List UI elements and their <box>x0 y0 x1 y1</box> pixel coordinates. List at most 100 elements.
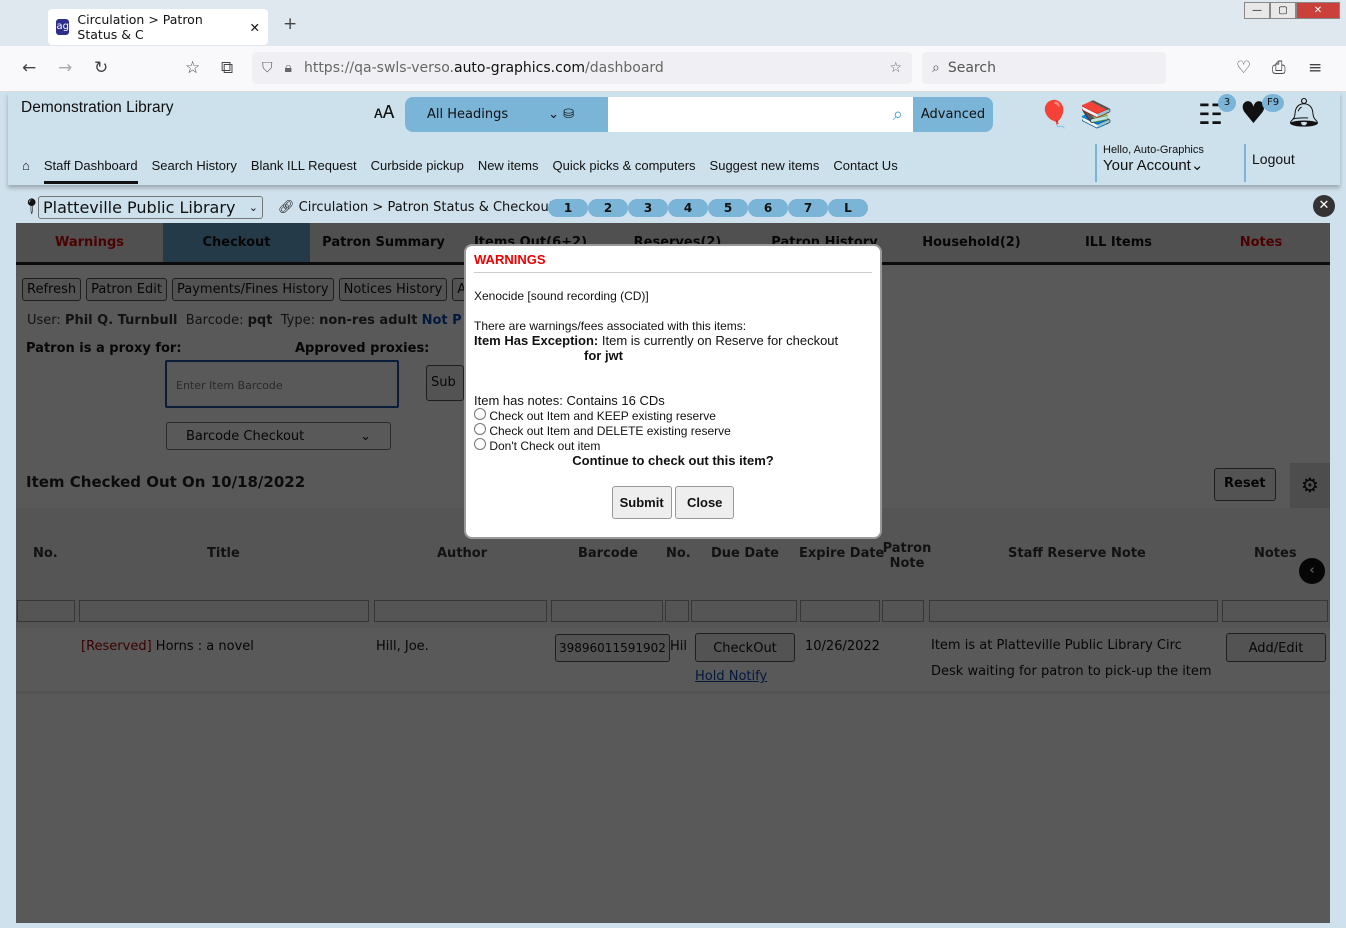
star-icon[interactable]: ☆ <box>889 60 902 76</box>
back-icon[interactable]: ← <box>22 58 36 78</box>
tab-household[interactable]: Household(2) <box>898 223 1045 262</box>
logout-link[interactable]: Logout <box>1244 144 1295 182</box>
maximize-button[interactable]: ▢ <box>1270 2 1296 19</box>
filter-staff-note[interactable] <box>929 600 1218 622</box>
tab-ill-items[interactable]: ILL Items <box>1045 223 1192 262</box>
hold-notify-link[interactable]: Hold Notify <box>695 669 767 684</box>
patron-edit-button[interactable]: Patron Edit <box>86 278 167 301</box>
url-bar[interactable]: ⛉ 🔒︎ https://qa-swls-verso.auto-graphics.c… <box>252 52 912 84</box>
print-icon[interactable]: ⎙ <box>1272 58 1286 78</box>
filter-due[interactable] <box>691 600 797 622</box>
col-notes[interactable]: Notes <box>1254 546 1297 561</box>
bell-icon[interactable]: 🔔︎ <box>1286 96 1322 129</box>
patron-status-link[interactable]: Not P <box>422 313 462 328</box>
nav-suggest[interactable]: Suggest new items <box>710 158 820 184</box>
slot-7[interactable]: 7 <box>788 199 828 217</box>
advanced-search-button[interactable]: Advanced <box>913 97 993 132</box>
filter-expire[interactable] <box>800 600 880 622</box>
link-icon: 🔗︎ <box>278 200 295 215</box>
list-count-badge: 3 <box>1218 94 1236 112</box>
library-name: Demonstration Library <box>21 99 174 116</box>
item-barcode-button[interactable]: 39896011591902 <box>555 634 670 662</box>
library-select[interactable]: Platteville Public Library ⌄ <box>38 196 263 219</box>
add-edit-notes-button[interactable]: Add/Edit <box>1226 633 1326 662</box>
filter-patron-note[interactable] <box>882 600 924 622</box>
col-patron-note[interactable]: Patron Note <box>882 541 932 571</box>
minimize-button[interactable]: — <box>1244 2 1270 19</box>
search-icon[interactable]: ⌕ <box>893 104 903 125</box>
option-keep-reserve[interactable]: Check out Item and KEEP existing reserve <box>474 408 872 423</box>
col-title[interactable]: Title <box>207 546 240 561</box>
chevron-left-icon[interactable]: ‹ <box>1299 558 1325 584</box>
filter-no2[interactable] <box>665 600 689 622</box>
col-expire-date[interactable]: Expire Date <box>799 546 884 561</box>
patron-slots: 1234567L <box>548 199 868 217</box>
nav-search-history[interactable]: Search History <box>152 158 237 184</box>
payments-history-button[interactable]: Payments/Fines History <box>171 278 334 301</box>
submit-barcode-button[interactable]: Sub <box>426 365 464 401</box>
filter-no[interactable] <box>17 600 75 622</box>
option-dont-checkout[interactable]: Don't Check out item <box>474 438 872 453</box>
menu-icon[interactable]: ≡ <box>1308 58 1322 78</box>
share-icon[interactable]: ⧉ <box>221 58 233 78</box>
close-circle-icon[interactable]: ✕ <box>1313 195 1335 217</box>
nav-blank-ill[interactable]: Blank ILL Request <box>251 158 357 184</box>
checkout-button[interactable]: CheckOut <box>695 633 795 662</box>
filter-notes[interactable] <box>1222 600 1328 622</box>
nav-contact[interactable]: Contact Us <box>833 158 897 184</box>
slot-1[interactable]: 1 <box>548 199 588 217</box>
filter-title[interactable] <box>79 600 369 622</box>
nav-quick-picks[interactable]: Quick picks & computers <box>553 158 696 184</box>
tab-warnings[interactable]: Warnings <box>16 223 163 262</box>
col-no[interactable]: No. <box>33 546 58 561</box>
nav-curbside[interactable]: Curbside pickup <box>371 158 464 184</box>
tab-checkout[interactable]: Checkout <box>163 223 310 262</box>
checkout-mode-select[interactable]: Barcode Checkout ⌄ <box>166 422 391 450</box>
col-barcode[interactable]: Barcode <box>578 546 638 561</box>
slot-l[interactable]: L <box>828 199 868 217</box>
option-delete-reserve[interactable]: Check out Item and DELETE existing reser… <box>474 423 872 438</box>
notices-history-button[interactable]: Notices History <box>338 278 448 301</box>
submit-button[interactable]: Submit <box>611 486 672 519</box>
close-button[interactable]: Close <box>675 486 735 519</box>
slot-5[interactable]: 5 <box>708 199 748 217</box>
search-input[interactable]: ⌕ <box>608 97 913 132</box>
tab-notes[interactable]: Notes <box>1192 223 1330 262</box>
tab-patron-summary[interactable]: Patron Summary <box>310 223 457 262</box>
slot-6[interactable]: 6 <box>748 199 788 217</box>
lock-icon: 🔒︎ <box>284 60 292 76</box>
reset-button[interactable]: Reset <box>1214 468 1276 501</box>
nav-staff-dashboard[interactable]: Staff Dashboard <box>43 158 138 184</box>
search-type-select[interactable]: All Headings ⌄ ⛁ <box>405 97 608 132</box>
close-window-button[interactable]: ✕ <box>1296 2 1340 19</box>
filter-author[interactable] <box>374 600 547 622</box>
account-menu[interactable]: Hello, Auto-Graphics Your Account⌄ <box>1095 144 1204 182</box>
close-tab-icon[interactable]: ✕ <box>250 20 260 35</box>
item-barcode-input[interactable]: Enter Item Barcode <box>165 360 399 408</box>
slot-4[interactable]: 4 <box>668 199 708 217</box>
col-author[interactable]: Author <box>437 546 487 561</box>
translate-icon[interactable]: 🗚 <box>374 102 394 123</box>
slot-3[interactable]: 3 <box>628 199 668 217</box>
col-due-date[interactable]: Due Date <box>711 546 779 561</box>
slot-2[interactable]: 2 <box>588 199 628 217</box>
bookmark-icon[interactable]: ☆ <box>185 58 200 78</box>
home-icon[interactable]: ⌂ <box>22 158 30 184</box>
app-header: Demonstration Library 🗚 All Headings ⌄ ⛁ … <box>8 92 1340 185</box>
filter-barcode[interactable] <box>551 600 663 622</box>
new-tab-icon[interactable]: + <box>283 14 297 34</box>
nav-new-items[interactable]: New items <box>478 158 539 184</box>
balloon-icon[interactable]: 🎈 <box>1038 100 1070 130</box>
browser-tab[interactable]: ag Circulation > Patron Status & C ✕ <box>48 9 268 45</box>
catalog-search-icon[interactable]: 📚 <box>1080 100 1112 130</box>
col-staff-note[interactable]: Staff Reserve Note <box>1008 546 1146 561</box>
forward-icon[interactable]: → <box>58 58 72 78</box>
refresh-button[interactable]: Refresh <box>22 278 82 301</box>
dialog-title: WARNINGS <box>474 252 872 273</box>
pocket-icon[interactable]: ♡ <box>1236 58 1251 78</box>
warnings-dialog: WARNINGS Xenocide [sound recording (CD)]… <box>464 244 882 539</box>
reload-icon[interactable]: ↻ <box>94 58 108 78</box>
browser-search[interactable]: ⌕ Search <box>922 52 1166 84</box>
col-no2[interactable]: No. <box>666 546 691 561</box>
gear-icon[interactable]: ⚙ <box>1290 463 1330 508</box>
